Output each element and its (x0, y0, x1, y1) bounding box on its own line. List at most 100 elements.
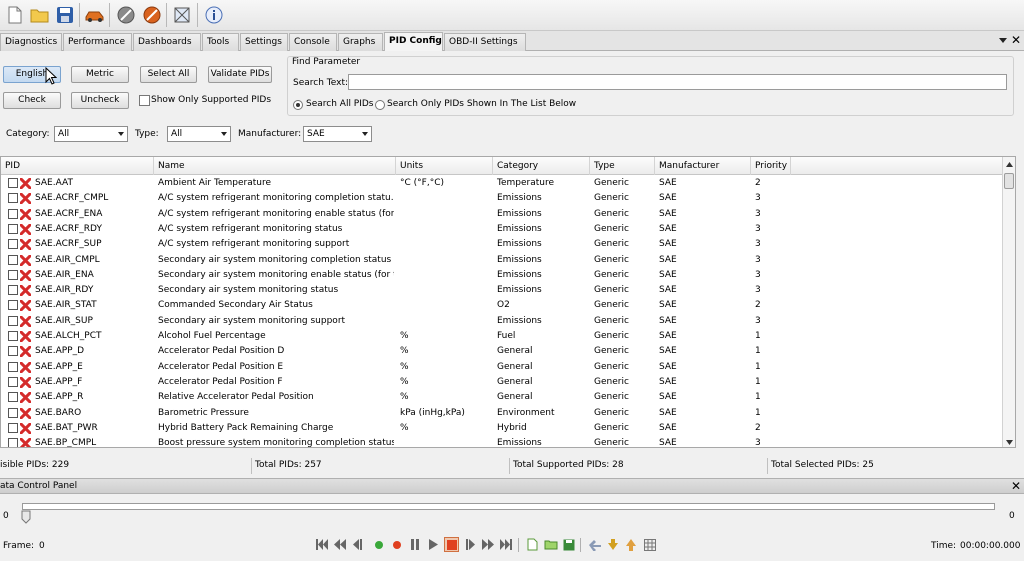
marker-down-icon[interactable] (605, 537, 620, 552)
search-shown-radio[interactable] (375, 100, 385, 110)
row-checkbox[interactable] (8, 208, 18, 219)
column-header-name[interactable]: Name (154, 157, 396, 175)
table-row[interactable]: SAE.BP_CMPL Boost pressure system monitor… (1, 436, 1003, 447)
scroll-down-icon[interactable] (1006, 438, 1013, 447)
table-row[interactable]: SAE.AIR_SUP Secondary air system monitori… (1, 314, 1003, 329)
select-all-button[interactable]: Select All (140, 66, 197, 83)
tab-list-dropdown-icon[interactable] (999, 37, 1007, 47)
tab-graphs[interactable]: Graphs (338, 33, 383, 51)
row-checkbox[interactable] (8, 193, 18, 204)
metric-units-button[interactable]: Metric (71, 66, 129, 83)
row-checkbox[interactable] (8, 361, 18, 372)
row-checkbox[interactable] (8, 239, 18, 250)
tab-settings[interactable]: Settings (240, 33, 288, 51)
tab-dashboards[interactable]: Dashboards (133, 33, 201, 51)
connect-icon[interactable] (139, 2, 164, 28)
first-frame-icon[interactable] (315, 537, 330, 552)
row-checkbox[interactable] (8, 223, 18, 234)
column-header-units[interactable]: Units (396, 157, 493, 175)
table-row[interactable]: SAE.AAT Ambient Air Temperature °C (°F,°C)… (1, 176, 1003, 191)
row-checkbox[interactable] (8, 346, 18, 357)
supported-only-checkbox[interactable] (139, 95, 150, 106)
scroll-up-icon[interactable] (1006, 160, 1013, 170)
row-checkbox[interactable] (8, 285, 18, 296)
row-checkbox[interactable] (8, 331, 18, 341)
marker-up-icon[interactable] (623, 537, 638, 552)
column-header-category[interactable]: Category (493, 157, 590, 175)
table-row[interactable]: SAE.ACRF_ENA A/C system refrigerant monit… (1, 207, 1003, 222)
fast-forward-icon[interactable] (481, 537, 496, 552)
table-row[interactable]: SAE.APP_F Accelerator Pedal Position F% Ge… (1, 375, 1003, 390)
table-row[interactable]: SAE.ALCH_PCT Alcohol Fuel Percentage% Fuel… (1, 329, 1003, 344)
tab-performance[interactable]: Performance (63, 33, 132, 51)
type-select[interactable]: All (167, 126, 231, 142)
last-frame-icon[interactable] (499, 537, 514, 552)
frame-slider[interactable] (22, 503, 995, 510)
fast-rewind-icon[interactable] (333, 537, 348, 552)
scan-icon[interactable] (169, 2, 194, 28)
tab-pid-config[interactable]: PID Config (384, 32, 443, 51)
table-row[interactable]: SAE.AIR_STAT Commanded Secondary Air Stat… (1, 298, 1003, 313)
info-icon[interactable] (201, 2, 226, 28)
column-header-type[interactable]: Type (590, 157, 655, 175)
row-checkbox[interactable] (8, 376, 18, 387)
row-checkbox[interactable] (8, 438, 18, 447)
table-scrollbar[interactable] (1002, 157, 1015, 447)
row-checkbox[interactable] (8, 315, 18, 326)
tab-tools[interactable]: Tools (202, 33, 239, 51)
new-log-icon[interactable] (525, 537, 540, 552)
step-forward-icon[interactable] (463, 537, 478, 552)
play-icon[interactable] (426, 537, 441, 552)
tab-console[interactable]: Console (289, 33, 337, 51)
table-row[interactable]: SAE.AIR_ENA Secondary air system monitori… (1, 268, 1003, 283)
row-checkbox[interactable] (8, 254, 18, 265)
export-icon[interactable] (587, 537, 602, 552)
column-header-manufacturer[interactable]: Manufacturer (655, 157, 751, 175)
row-checkbox[interactable] (8, 178, 18, 188)
column-header-priority[interactable]: Priority (751, 157, 791, 175)
frame-slider-thumb[interactable] (21, 510, 31, 524)
table-row[interactable]: SAE.ACRF_CMPL A/C system refrigerant moni… (1, 191, 1003, 206)
check-button[interactable]: Check (3, 92, 61, 109)
close-panel-icon[interactable]: ✕ (1011, 479, 1021, 493)
tab-obd-ii-settings[interactable]: OBD-II Settings (444, 33, 526, 51)
row-checkbox[interactable] (8, 269, 18, 280)
stop-icon[interactable] (444, 537, 459, 552)
table-row[interactable]: SAE.AIR_RDY Secondary air system monitori… (1, 283, 1003, 298)
record-icon[interactable] (389, 537, 404, 552)
row-checkbox[interactable] (8, 422, 18, 433)
vehicle-icon[interactable] (82, 2, 107, 28)
validate-pids-button[interactable]: Validate PIDs (208, 66, 272, 83)
table-row[interactable]: SAE.BAT_PWR Hybrid Battery Pack Remaining… (1, 421, 1003, 436)
pause-icon[interactable] (408, 537, 423, 552)
search-input[interactable] (348, 74, 1007, 90)
table-row[interactable]: SAE.AIR_CMPL Secondary air system monitor… (1, 253, 1003, 268)
grid-icon[interactable] (642, 537, 657, 552)
row-checkbox[interactable] (8, 407, 18, 418)
table-row[interactable]: SAE.APP_D Accelerator Pedal Position D% Ge… (1, 344, 1003, 359)
tab-diagnostics[interactable]: Diagnostics (0, 33, 62, 51)
table-row[interactable]: SAE.APP_R Relative Accelerator Pedal Posi… (1, 390, 1003, 405)
manufacturer-select[interactable]: SAE (303, 126, 372, 142)
open-folder-icon[interactable] (27, 2, 52, 28)
save-log-icon[interactable] (561, 537, 576, 552)
uncheck-button[interactable]: Uncheck (71, 92, 129, 109)
step-back-icon[interactable] (351, 537, 366, 552)
disconnect-icon[interactable] (113, 2, 138, 28)
table-row[interactable]: SAE.ACRF_SUP A/C system refrigerant monit… (1, 237, 1003, 252)
column-header-pid[interactable]: PID (1, 157, 154, 175)
category-select[interactable]: All (54, 126, 128, 142)
table-row[interactable]: SAE.BARO Barometric Pressure kPa (inHg,kPa… (1, 406, 1003, 421)
row-checkbox[interactable] (8, 300, 18, 311)
units-cell: % (400, 392, 409, 403)
search-all-radio[interactable] (293, 100, 303, 110)
row-checkbox[interactable] (8, 392, 18, 403)
open-log-icon[interactable] (543, 537, 558, 552)
scroll-thumb[interactable] (1004, 173, 1014, 189)
save-icon[interactable] (52, 2, 77, 28)
new-file-icon[interactable] (2, 2, 27, 28)
table-row[interactable]: SAE.APP_E Accelerator Pedal Position E% Ge… (1, 360, 1003, 375)
table-row[interactable]: SAE.ACRF_RDY A/C system refrigerant monit… (1, 222, 1003, 237)
green-dot-icon[interactable] (371, 537, 386, 552)
close-tab-icon[interactable]: ✕ (1011, 33, 1021, 47)
